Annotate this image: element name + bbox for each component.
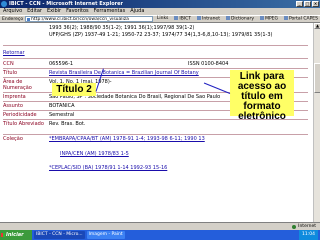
- field-value-titulo-abreviado: Rev. Bras. Bot.: [49, 121, 86, 127]
- field-value-ccn: 065596-1: [49, 61, 74, 67]
- field-label-titulo-abreviado: Título Abreviado: [3, 121, 44, 127]
- window-titlebar: IBICT - CCN - Microsoft Internet Explore…: [0, 0, 320, 8]
- address-toolbar: Endereço http://www.cl.ibict.br/ccn/owa/…: [0, 15, 320, 23]
- menu-favoritos[interactable]: Favoritos: [66, 8, 89, 15]
- link-portal-capes[interactable]: Portal CAPES: [282, 16, 320, 22]
- separator: [3, 58, 308, 59]
- status-bar: Internet: [0, 222, 320, 230]
- menu-exibir[interactable]: Exibir: [47, 8, 61, 15]
- field-label-colecao: Coleção: [3, 136, 23, 142]
- separator: [3, 45, 308, 46]
- task-ibict[interactable]: IBICT - CCN - Micro...: [34, 231, 85, 239]
- address-input[interactable]: http://www.cl.ibict.br/ccn/owa/ccn_visua…: [25, 16, 153, 22]
- field-label-ccn: CCN: [3, 61, 14, 67]
- holding-link-embrapa[interactable]: *EMBRAPA/CPAA/BT (AM) 1978-91 1-4; 1993-…: [49, 136, 205, 142]
- separator: [3, 68, 308, 69]
- link-dictionary[interactable]: Dictionary: [224, 16, 256, 22]
- menu-ajuda[interactable]: Ajuda: [130, 8, 144, 15]
- link-icon: [225, 16, 230, 20]
- page-icon: [27, 18, 31, 21]
- separator: [3, 134, 308, 135]
- window-controls: _ □ ×: [296, 1, 319, 7]
- field-label-imprenta: Imprenta: [3, 94, 26, 100]
- link-icon: [284, 16, 288, 20]
- system-clock: 11:04: [299, 230, 318, 240]
- maximize-button[interactable]: □: [304, 1, 311, 7]
- retornar-link[interactable]: Retornar: [3, 50, 25, 56]
- links-button[interactable]: Links: [155, 16, 171, 22]
- taskbar: Iniciar IBICT - CCN - Micro... Imagem - …: [0, 230, 320, 240]
- task-paint[interactable]: Imagem - Paint: [86, 231, 125, 239]
- field-value-periodicidade: Semestral: [49, 112, 75, 118]
- vertical-scrollbar[interactable]: ▲ ▼: [313, 23, 320, 230]
- annotation-titulo2: Título 2: [52, 83, 96, 96]
- annotation-link-label: Link para acesso ao título em formato el…: [230, 70, 294, 122]
- address-value: http://www.cl.ibict.br/ccn/owa/ccn_visua…: [31, 17, 129, 22]
- holding-link-ceplac[interactable]: *CEPLAC/SID (BA) 1978/91 1-14 1992-93 15…: [49, 165, 167, 171]
- field-value-issn: ISSN 0100-8404: [188, 61, 229, 67]
- window-title: IBICT - CCN - Microsoft Internet Explore…: [9, 1, 123, 7]
- field-label-periodicidade: Periodicidade: [3, 112, 37, 118]
- menu-arquivo[interactable]: Arquivo: [3, 8, 22, 15]
- minimize-button[interactable]: _: [296, 1, 303, 7]
- link-ibict[interactable]: IBICT: [172, 16, 193, 22]
- menu-ferramentas[interactable]: Ferramentas: [94, 8, 126, 15]
- scroll-thumb[interactable]: [314, 63, 320, 93]
- holdings-line-1: 1993 36(2); 1988/90 35(1-2); 1991 36(1);…: [49, 25, 195, 31]
- link-intranet[interactable]: Intranet: [195, 16, 222, 22]
- holdings-line-2: UFP/GHS (ZP) 1937-49 1-21; 1950-72 23-37…: [49, 32, 273, 38]
- menu-editar[interactable]: Editar: [27, 8, 42, 15]
- address-label: Endereço: [2, 16, 24, 22]
- page-content: 1993 36(2); 1988/90 35(1-2); 1991 36(1);…: [0, 23, 313, 230]
- field-value-assunto: BOTANICA: [49, 103, 75, 109]
- holding-link-inpa[interactable]: INPA/CEN (AM) 1978/83 1-5: [60, 151, 129, 157]
- field-label-titulo: Título: [3, 70, 18, 76]
- title-electronic-link[interactable]: Revista Brasileira De Botanica = Brazili…: [49, 70, 199, 76]
- link-mpeg[interactable]: MPEG: [258, 16, 280, 22]
- start-button[interactable]: Iniciar: [0, 230, 32, 240]
- field-label-assunto: Assunto: [3, 103, 23, 109]
- ie-logo-icon: [1, 1, 7, 7]
- link-icon: [174, 16, 179, 20]
- link-icon: [260, 16, 265, 20]
- close-button[interactable]: ×: [312, 1, 319, 7]
- field-label-numeracao: Área de Numeração: [3, 79, 32, 91]
- link-icon: [197, 16, 202, 20]
- scroll-up-icon[interactable]: ▲: [314, 23, 320, 29]
- menu-bar: Arquivo Editar Exibir Favoritos Ferramen…: [0, 8, 320, 15]
